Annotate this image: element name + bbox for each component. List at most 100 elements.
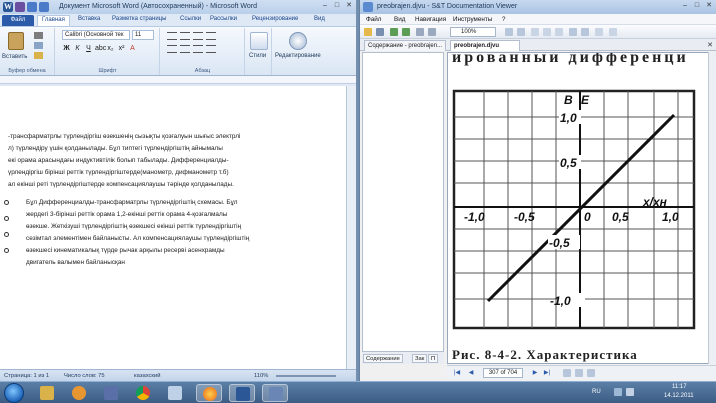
- italic-button[interactable]: К: [73, 44, 82, 53]
- network-icon[interactable]: [614, 388, 622, 396]
- page-indicator[interactable]: 307 of 704: [483, 368, 523, 378]
- tab-view[interactable]: Вид: [314, 16, 325, 22]
- settings-icon[interactable]: [609, 28, 617, 36]
- sidebar-tab-contents[interactable]: Содержание: [363, 354, 403, 363]
- menu-tools[interactable]: Инструменты: [453, 16, 492, 23]
- subscript-button[interactable]: x₂: [106, 44, 115, 53]
- font-name-select[interactable]: Calibri (Основной тек: [62, 30, 130, 40]
- open-icon[interactable]: [364, 28, 372, 36]
- minimize-button[interactable]: –: [679, 0, 691, 11]
- align-center-button[interactable]: [180, 45, 190, 53]
- rotate-right-icon[interactable]: [581, 28, 589, 36]
- tab-home[interactable]: Главная: [37, 15, 70, 26]
- maximize-button[interactable]: □: [331, 0, 343, 11]
- status-language[interactable]: казахский: [134, 373, 160, 379]
- styles-icon[interactable]: [250, 32, 268, 50]
- taskbar-media[interactable]: [66, 384, 92, 402]
- taskbar-app[interactable]: [162, 384, 188, 402]
- viewer-vertical-scrollbar[interactable]: [708, 52, 716, 364]
- bullets-button[interactable]: [167, 32, 177, 40]
- taskbar-word[interactable]: [229, 384, 255, 402]
- superscript-button[interactable]: x²: [117, 44, 126, 53]
- document-area[interactable]: -трансфарматрлы түрлендіргіш өзекшенің с…: [0, 86, 346, 369]
- menu-view[interactable]: Вид: [394, 16, 405, 23]
- last-page-button[interactable]: ▶|: [543, 369, 551, 377]
- status-page[interactable]: Страница: 1 из 1: [4, 373, 49, 379]
- close-tab-icon[interactable]: ✕: [707, 41, 713, 49]
- language-indicator[interactable]: RU: [592, 389, 601, 395]
- zoom-out-icon[interactable]: [428, 28, 436, 36]
- rotate-left-icon[interactable]: [569, 28, 577, 36]
- taskbar-explorer[interactable]: [34, 384, 60, 402]
- next-page-button[interactable]: ▶: [531, 369, 539, 377]
- taskbar-chrome[interactable]: [130, 384, 156, 402]
- zoom-select[interactable]: 100%: [450, 27, 496, 37]
- tab-page-layout[interactable]: Разметка страницы: [112, 16, 166, 22]
- paste-button-label[interactable]: Вставить: [2, 54, 27, 60]
- indent-button[interactable]: [206, 32, 216, 40]
- status-zoom[interactable]: 110%: [254, 373, 268, 379]
- find-icon[interactable]: [289, 32, 307, 50]
- tab-insert[interactable]: Вставка: [78, 16, 100, 22]
- horizontal-ruler[interactable]: [0, 76, 356, 84]
- find-icon[interactable]: [595, 28, 603, 36]
- tab-review[interactable]: Рецензирование: [252, 16, 298, 22]
- back-icon[interactable]: [390, 28, 398, 36]
- document-page[interactable]: -трансфарматрлы түрлендіргіш өзекшенің с…: [0, 86, 346, 369]
- tab-document[interactable]: preobrajen.djvu: [450, 40, 520, 51]
- forward-icon[interactable]: [402, 28, 410, 36]
- clock-time[interactable]: 11:17: [672, 384, 687, 390]
- font-size-select[interactable]: 11: [132, 30, 154, 40]
- file-tab[interactable]: Файл: [2, 15, 34, 26]
- menu-file[interactable]: Файл: [366, 16, 381, 23]
- underline-button[interactable]: Ч: [84, 44, 93, 53]
- font-color-button[interactable]: A: [128, 44, 137, 53]
- styles-button-label[interactable]: Стили: [249, 53, 266, 59]
- copy-icon[interactable]: [34, 42, 43, 49]
- zoom-in-icon[interactable]: [416, 28, 424, 36]
- start-button[interactable]: [4, 383, 24, 403]
- tab-references[interactable]: Ссылки: [180, 16, 201, 22]
- page-viewer[interactable]: ированный дифференци B E x/xн 1,0 0,5 -0…: [447, 52, 709, 364]
- status-word-count[interactable]: Число слов: 75: [64, 373, 105, 379]
- contents-sidebar[interactable]: [362, 52, 444, 352]
- align-right-button[interactable]: [193, 45, 203, 53]
- select-icon[interactable]: [531, 28, 539, 36]
- single-page-icon[interactable]: [563, 369, 571, 377]
- taskbar-save[interactable]: [98, 384, 124, 402]
- first-page-button[interactable]: |◀: [453, 369, 461, 377]
- word-vertical-scrollbar[interactable]: [346, 86, 356, 369]
- sidebar-tab-pages[interactable]: П: [428, 354, 439, 363]
- prev-page-button[interactable]: ◀: [467, 369, 475, 377]
- menu-navigation[interactable]: Навигация: [415, 16, 446, 23]
- minimize-button[interactable]: –: [319, 0, 331, 11]
- tab-mailings[interactable]: Рассылки: [210, 16, 237, 22]
- multilevel-button[interactable]: [193, 32, 203, 40]
- continuous-page-icon[interactable]: [575, 369, 583, 377]
- sidebar-tab-bookmarks[interactable]: Зак: [412, 354, 428, 363]
- fit-width-icon[interactable]: [517, 28, 525, 36]
- paste-icon[interactable]: [8, 32, 24, 50]
- fit-page-icon[interactable]: [505, 28, 513, 36]
- hand-tool-icon[interactable]: [543, 28, 551, 36]
- justify-button[interactable]: [206, 45, 216, 53]
- clock-date[interactable]: 14.12.2011: [664, 393, 694, 399]
- cut-icon[interactable]: [34, 32, 43, 39]
- taskbar-firefox[interactable]: [196, 384, 222, 402]
- numbering-button[interactable]: [180, 32, 190, 40]
- taskbar-djvu[interactable]: [262, 384, 288, 402]
- facing-pages-icon[interactable]: [587, 369, 595, 377]
- tab-contents[interactable]: Содержание - preobrajen...: [364, 40, 446, 51]
- align-left-button[interactable]: [167, 45, 177, 53]
- zoom-slider[interactable]: [276, 375, 336, 377]
- menu-help[interactable]: ?: [502, 16, 506, 23]
- close-button[interactable]: ✕: [703, 0, 715, 11]
- volume-icon[interactable]: [626, 388, 634, 396]
- strikethrough-button[interactable]: abc: [95, 44, 106, 53]
- editing-button-label[interactable]: Редактирование: [275, 53, 321, 59]
- maximize-button[interactable]: □: [691, 0, 703, 11]
- format-painter-icon[interactable]: [34, 52, 43, 59]
- text-select-icon[interactable]: [555, 28, 563, 36]
- close-button[interactable]: ✕: [343, 0, 355, 11]
- bold-button[interactable]: Ж: [62, 44, 71, 53]
